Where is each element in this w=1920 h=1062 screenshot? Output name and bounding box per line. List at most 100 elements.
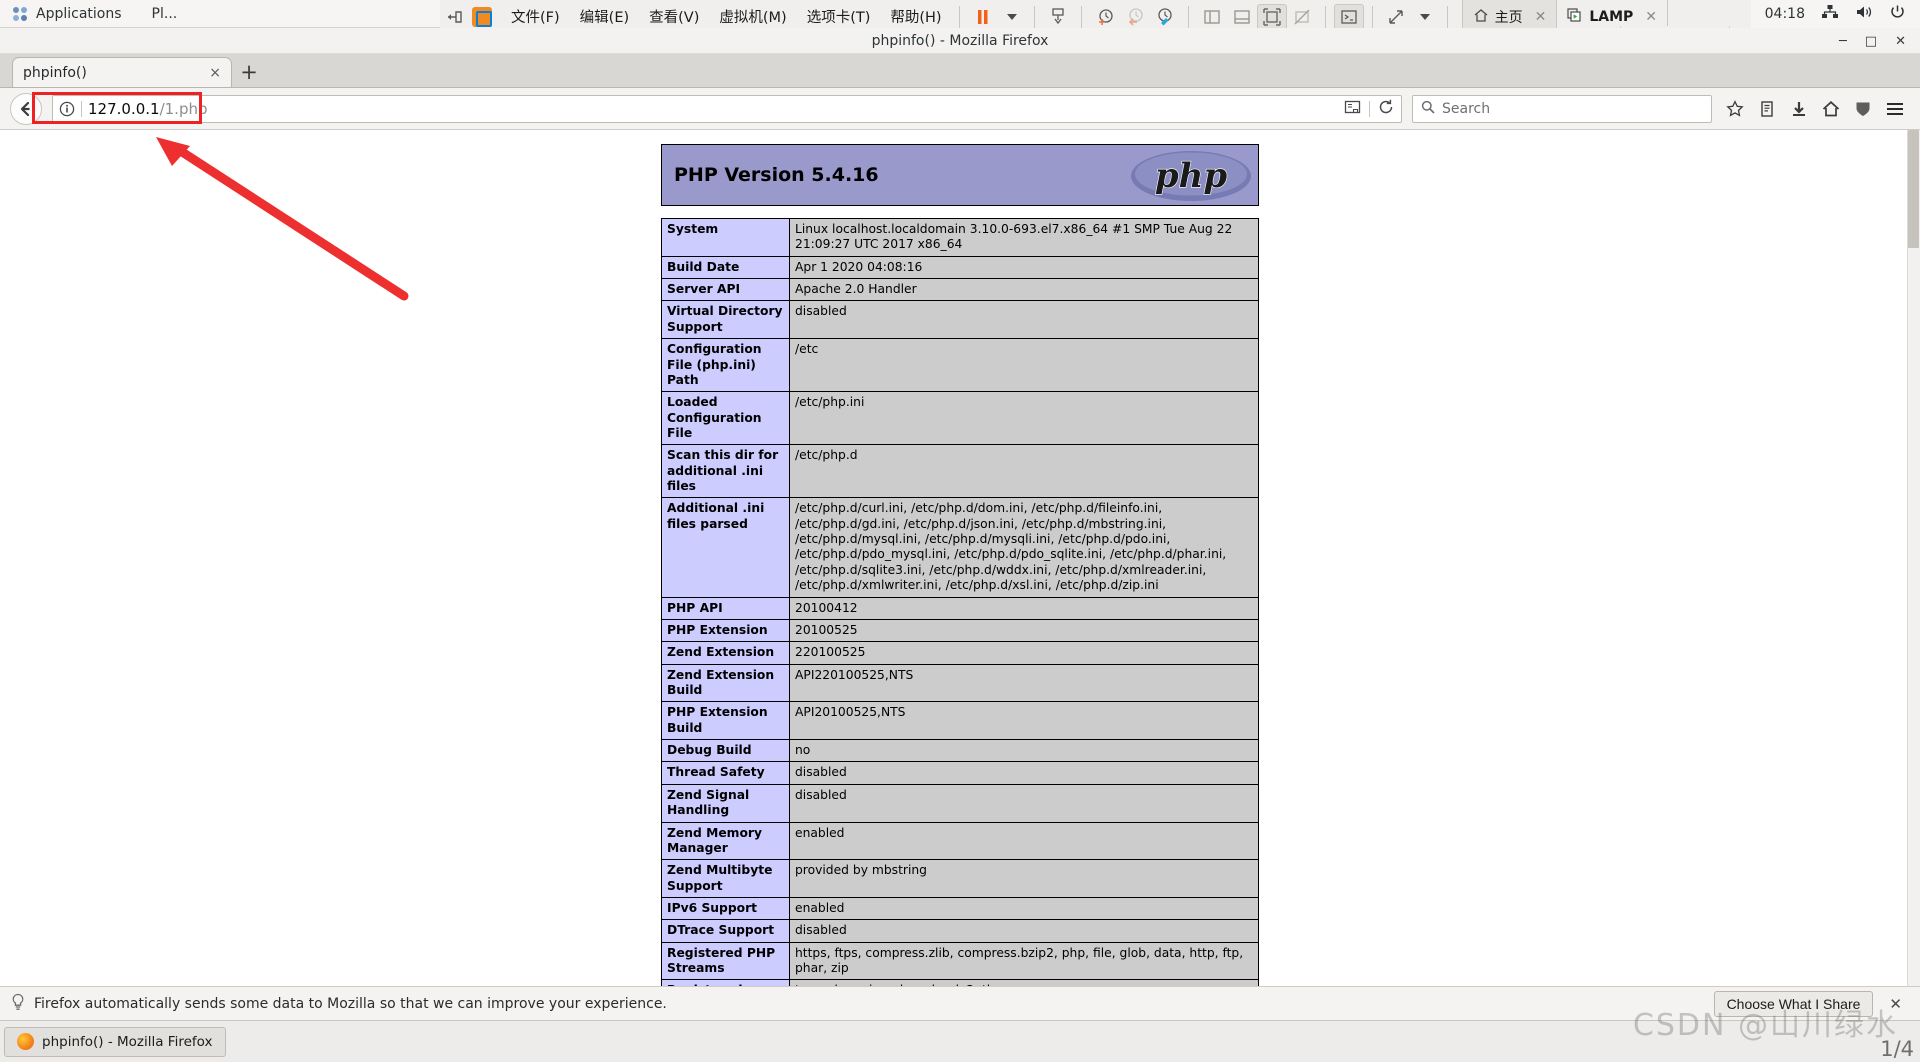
table-row: PHP Extension 20100525 — [661, 618, 1259, 643]
applications-menu[interactable]: Applications — [0, 6, 122, 22]
phpinfo-key-cell: IPv6 Support — [661, 896, 790, 921]
browser-content-area: PHP Version 5.4.16 php System Linux local… — [0, 130, 1920, 986]
menu-vm[interactable]: 虚拟机(M) — [710, 3, 795, 30]
clock-label: 04:18 — [1764, 6, 1805, 22]
phpinfo-value-cell: /etc/php.ini — [789, 391, 1259, 446]
workspace-page-indicator[interactable]: 1/4 — [1880, 1037, 1914, 1061]
menu-help[interactable]: 帮助(H) — [881, 3, 950, 30]
search-bar[interactable]: Search — [1412, 94, 1712, 123]
dropdown-caret-icon[interactable] — [998, 13, 1026, 20]
power-icon[interactable] — [1889, 4, 1906, 24]
vmware-logo-icon — [472, 6, 492, 27]
phpinfo-core-table: System Linux localhost.localdomain 3.10.0… — [661, 218, 1259, 986]
firefox-icon — [17, 1033, 34, 1050]
revert-snapshot-icon[interactable] — [1120, 4, 1150, 30]
pin-icon[interactable] — [440, 8, 470, 26]
table-row: Thread Safety disabled — [661, 761, 1259, 785]
choose-what-i-share-button[interactable]: Choose What I Share — [1713, 990, 1874, 1017]
taskbar-item-firefox[interactable]: phpinfo() - Mozilla Firefox — [4, 1026, 226, 1057]
home-icon[interactable] — [1816, 94, 1846, 124]
vm-tab-lamp-close-icon[interactable]: ✕ — [1645, 9, 1657, 25]
phpinfo-key-cell: Server API — [661, 278, 790, 302]
table-row: Zend Signal Handling disabled — [661, 783, 1259, 823]
phpinfo-key-cell: Scan this dir for additional .ini files — [661, 444, 790, 499]
firefox-titlebar: phpinfo() - Mozilla Firefox ─ □ ✕ — [0, 28, 1920, 54]
close-icon[interactable]: ✕ — [1881, 995, 1910, 1013]
close-icon[interactable]: ✕ — [1895, 34, 1906, 49]
menu-edit[interactable]: 编辑(E) — [571, 3, 638, 30]
phpinfo-value-cell: enabled — [789, 896, 1259, 921]
address-bar-url: 127.0.0.1/1.php — [88, 100, 208, 118]
view-dropdown-caret-icon[interactable] — [1411, 13, 1439, 20]
downloads-icon[interactable] — [1784, 94, 1814, 124]
svg-text:php: php — [1155, 156, 1227, 196]
menu-file[interactable]: 文件(F) — [502, 3, 569, 30]
url-path: /1.php — [159, 99, 208, 118]
volume-icon[interactable] — [1855, 4, 1873, 24]
show-library-icon[interactable] — [1197, 4, 1227, 30]
unity-icon[interactable] — [1287, 4, 1317, 30]
phpinfo-value-cell: disabled — [789, 783, 1259, 823]
taskbar-item-label: phpinfo() - Mozilla Firefox — [42, 1033, 213, 1050]
host-system-tray: 04:18 — [1750, 0, 1920, 28]
console-icon[interactable] — [1333, 3, 1364, 30]
phpinfo-key-cell: DTrace Support — [661, 919, 790, 943]
applications-icon — [12, 6, 28, 22]
phpinfo-key-cell: Additional .ini files parsed — [661, 497, 790, 598]
phpinfo-key-cell: Zend Memory Manager — [661, 821, 790, 861]
library-icon[interactable] — [1752, 94, 1782, 124]
manage-snapshots-icon[interactable] — [1150, 4, 1180, 30]
vmware-menubar: 文件(F) 编辑(E) 查看(V) 虚拟机(M) 选项卡(T) 帮助(H) — [502, 3, 951, 30]
php-logo-icon: php — [1130, 150, 1252, 202]
content-scrollbar[interactable] — [1907, 130, 1920, 986]
phpinfo-value-cell: disabled — [789, 761, 1259, 785]
phpinfo-value-cell: Apr 1 2020 04:08:16 — [789, 255, 1259, 280]
back-arrow-icon[interactable] — [10, 92, 42, 125]
network-icon[interactable] — [1821, 4, 1839, 24]
phpinfo-page: PHP Version 5.4.16 php System Linux local… — [661, 130, 1259, 986]
address-bar[interactable]: 127.0.0.1/1.php — [52, 94, 1402, 123]
phpinfo-value-cell: 20100525 — [789, 618, 1259, 643]
phpinfo-value-cell: Linux localhost.localdomain 3.10.0-693.e… — [789, 218, 1259, 257]
snapshot-manager-icon[interactable] — [1043, 4, 1073, 30]
table-row: Registered Stream Socket Transportstcp, … — [661, 979, 1259, 986]
table-row: Zend Memory Manager enabled — [661, 821, 1259, 861]
close-icon[interactable]: × — [201, 65, 221, 81]
search-input[interactable]: Search — [1442, 101, 1490, 117]
menu-tabs[interactable]: 选项卡(T) — [798, 3, 880, 30]
table-row: Virtual Directory Support disabled — [661, 300, 1259, 340]
new-tab-button[interactable]: + — [232, 57, 266, 87]
firefox-tab-strip: phpinfo() × + — [0, 54, 1920, 88]
scrollbar-thumb[interactable] — [1908, 130, 1919, 248]
reload-icon[interactable] — [1378, 99, 1395, 119]
toolbar-divider — [1080, 5, 1082, 28]
places-menu[interactable]: Pl... — [152, 6, 178, 22]
phpinfo-value-cell: Apache 2.0 Handler — [789, 278, 1259, 302]
table-row: IPv6 Support enabled — [661, 896, 1259, 921]
fullscreen-icon[interactable] — [1256, 3, 1287, 30]
reader-mode-icon[interactable] — [1344, 99, 1361, 119]
vm-tab-home-label: 主页 — [1494, 9, 1523, 26]
expand-icon[interactable] — [1381, 4, 1411, 30]
menu-view[interactable]: 查看(V) — [640, 3, 708, 30]
info-icon[interactable] — [59, 101, 75, 117]
toolbar-divider — [1187, 5, 1189, 28]
minimize-icon[interactable]: ─ — [1839, 34, 1847, 49]
phpinfo-value-cell: tcp, udp, unix, udg, ssl, sslv3, tls — [789, 979, 1259, 986]
shield-icon[interactable] — [1848, 94, 1878, 124]
host-top-panel: Applications Pl... — [0, 0, 440, 28]
phpinfo-value-cell: no — [789, 739, 1259, 763]
firefox-window: phpinfo() - Mozilla Firefox ─ □ ✕ phpinf… — [0, 28, 1920, 1020]
phpinfo-value-cell: API220100525,NTS — [789, 663, 1259, 703]
browser-tab-phpinfo[interactable]: phpinfo() × — [12, 57, 232, 87]
vm-tab-home-close-icon[interactable]: ✕ — [1535, 9, 1547, 25]
firefox-toolbar-buttons — [1720, 94, 1910, 124]
phpinfo-key-cell: Zend Extension Build — [661, 663, 790, 703]
hamburger-menu-icon[interactable] — [1880, 94, 1910, 124]
pause-icon[interactable] — [968, 4, 998, 30]
show-thumbnails-icon[interactable] — [1227, 4, 1257, 30]
take-snapshot-icon[interactable] — [1090, 4, 1120, 30]
bookmark-star-icon[interactable] — [1720, 94, 1750, 124]
phpinfo-key-cell: Zend Multibyte Support — [661, 859, 790, 898]
maximize-icon[interactable]: □ — [1865, 34, 1877, 49]
